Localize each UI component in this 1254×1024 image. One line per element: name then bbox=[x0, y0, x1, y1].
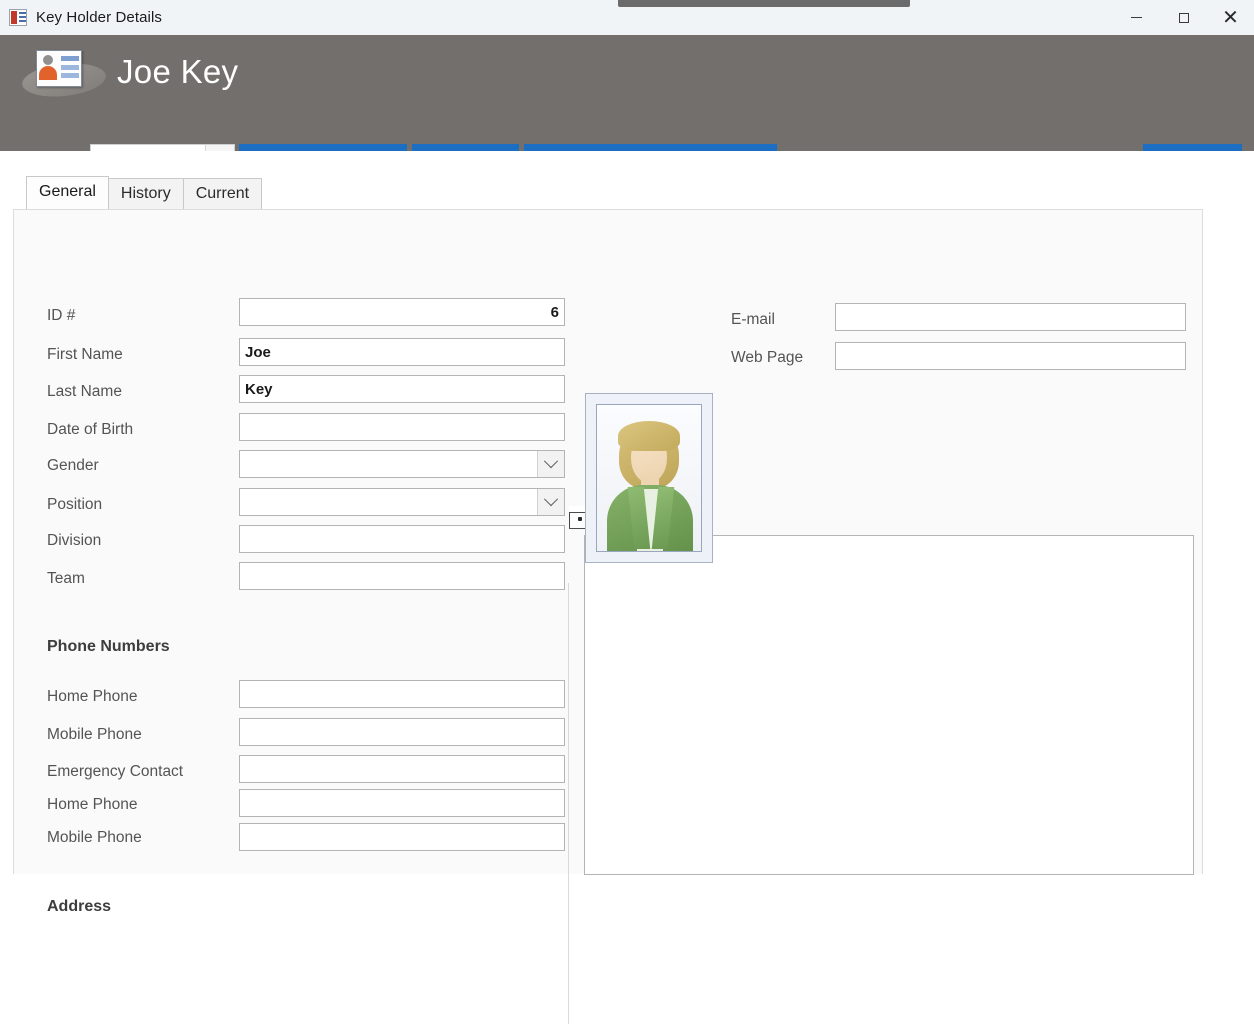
tab-current[interactable]: Current bbox=[182, 178, 263, 209]
minimize-button[interactable] bbox=[1113, 0, 1160, 35]
combo-gender-value[interactable] bbox=[240, 451, 537, 477]
label-emergency-contact: Emergency Contact bbox=[47, 763, 184, 780]
input-email[interactable] bbox=[835, 303, 1186, 331]
chevron-down-icon[interactable] bbox=[537, 451, 564, 477]
label-gender: Gender bbox=[47, 457, 99, 474]
input-mobile-phone-2[interactable] bbox=[239, 823, 565, 851]
label-last-name: Last Name bbox=[47, 383, 122, 400]
maximize-button[interactable] bbox=[1160, 0, 1207, 35]
background-window-edge bbox=[618, 0, 910, 7]
input-home-phone-2[interactable] bbox=[239, 789, 565, 817]
chevron-down-icon[interactable] bbox=[537, 489, 564, 515]
combo-gender[interactable] bbox=[239, 450, 565, 478]
input-id-number[interactable]: 6 bbox=[239, 298, 565, 326]
section-phone-numbers: Phone Numbers bbox=[47, 638, 170, 655]
window-title: Key Holder Details bbox=[36, 9, 163, 26]
form-header-bar: Joe Key Go to Save and New E-mail Save A… bbox=[0, 35, 1254, 177]
label-home-phone-2: Home Phone bbox=[47, 796, 138, 813]
label-home-phone-1: Home Phone bbox=[47, 688, 138, 705]
column-divider bbox=[568, 583, 569, 1024]
label-mobile-phone-1: Mobile Phone bbox=[47, 726, 142, 743]
input-first-name[interactable]: Joe bbox=[239, 338, 565, 366]
input-home-phone-1[interactable] bbox=[239, 680, 565, 708]
form-record-icon bbox=[9, 9, 27, 26]
label-mobile-phone-2: Mobile Phone bbox=[47, 829, 142, 846]
input-team[interactable] bbox=[239, 562, 565, 590]
photo-frame[interactable] bbox=[585, 393, 713, 563]
section-address: Address bbox=[47, 898, 112, 915]
label-division: Division bbox=[47, 532, 102, 549]
label-email: E-mail bbox=[731, 311, 775, 328]
page-title: Joe Key bbox=[117, 53, 239, 90]
key-holder-photo bbox=[596, 404, 702, 552]
label-team: Team bbox=[47, 570, 85, 587]
window-controls: ✕ bbox=[1113, 0, 1254, 35]
label-date-of-birth: Date of Birth bbox=[47, 421, 134, 438]
input-date-of-birth[interactable] bbox=[239, 413, 565, 441]
textarea-notes[interactable] bbox=[584, 535, 1194, 875]
form-body: General History Current ID # 6 First Nam… bbox=[0, 151, 1254, 1024]
tab-strip: General History Current bbox=[26, 176, 263, 209]
label-id-number: ID # bbox=[47, 307, 76, 324]
label-first-name: First Name bbox=[47, 346, 123, 363]
input-web-page[interactable] bbox=[835, 342, 1186, 370]
input-last-name[interactable]: Key bbox=[239, 375, 565, 403]
input-emergency-contact[interactable] bbox=[239, 755, 565, 783]
close-window-button[interactable]: ✕ bbox=[1207, 0, 1254, 37]
input-division[interactable] bbox=[239, 525, 565, 553]
tab-general[interactable]: General bbox=[26, 176, 109, 209]
tab-history[interactable]: History bbox=[107, 178, 184, 209]
window-title-bar: Key Holder Details ✕ bbox=[0, 0, 1254, 35]
combo-position-value[interactable] bbox=[240, 489, 537, 515]
combo-position[interactable] bbox=[239, 488, 565, 516]
label-web-page: Web Page bbox=[731, 349, 804, 366]
contact-card-icon bbox=[20, 47, 108, 101]
input-mobile-phone-1[interactable] bbox=[239, 718, 565, 746]
label-position: Position bbox=[47, 496, 103, 513]
